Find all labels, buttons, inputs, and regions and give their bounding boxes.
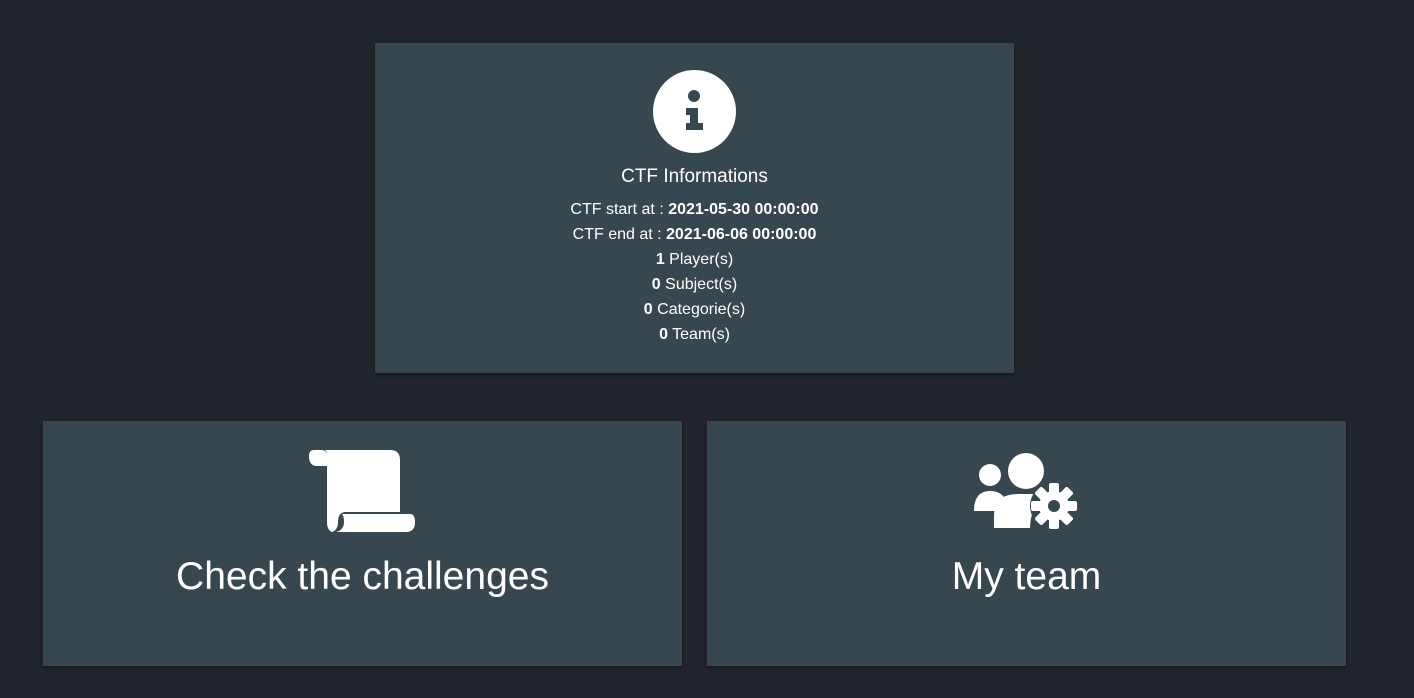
categories-label: Categorie(s): [657, 301, 746, 318]
scroll-icon: [43, 446, 682, 536]
ctf-info-card: CTF Informations CTF start at : 2021-05-…: [375, 43, 1014, 373]
teams-label: Team(s): [672, 326, 730, 343]
categories-line: 0 Categorie(s): [375, 297, 1014, 322]
subjects-label: Subject(s): [665, 276, 738, 293]
ctf-end-value: 2021-06-06 00:00:00: [666, 226, 817, 243]
ctf-start-label: CTF start at :: [570, 201, 664, 218]
players-label: Player(s): [669, 251, 734, 268]
info-title: CTF Informations: [621, 166, 768, 187]
my-team-label: My team: [951, 555, 1102, 598]
players-line: 1 Player(s): [375, 247, 1014, 272]
subjects-line: 0 Subject(s): [375, 272, 1014, 297]
my-team-button[interactable]: My team: [707, 421, 1346, 666]
ctf-end-label: CTF end at :: [572, 226, 662, 243]
ctf-start-line: CTF start at : 2021-05-30 00:00:00: [375, 197, 1014, 222]
players-count: 1: [655, 251, 665, 268]
categories-count: 0: [643, 301, 653, 318]
info-icon: [653, 70, 736, 153]
info-details: CTF start at : 2021-05-30 00:00:00 CTF e…: [375, 197, 1014, 347]
users-gear-icon: [707, 446, 1346, 536]
ctf-end-line: CTF end at : 2021-06-06 00:00:00: [375, 222, 1014, 247]
ctf-start-value: 2021-05-30 00:00:00: [668, 201, 819, 218]
teams-count: 0: [659, 326, 668, 343]
check-challenges-label: Check the challenges: [176, 555, 549, 598]
teams-line: 0 Team(s): [375, 322, 1014, 347]
subjects-count: 0: [651, 276, 661, 293]
check-challenges-button[interactable]: Check the challenges: [43, 421, 682, 666]
